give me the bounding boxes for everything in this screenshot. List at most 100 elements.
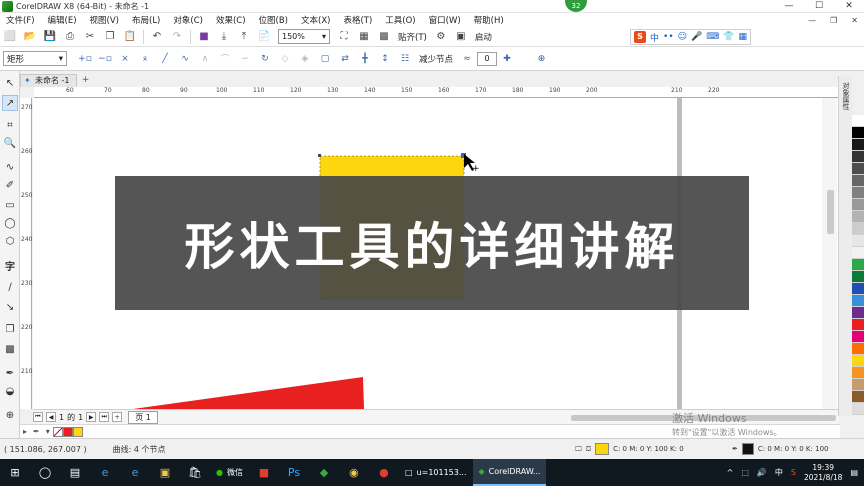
- palette-swatch[interactable]: [852, 247, 864, 259]
- no-color-swatch[interactable]: [52, 426, 63, 437]
- edge-browser-icon[interactable]: e: [120, 459, 150, 486]
- palette-swatch[interactable]: [852, 151, 864, 163]
- palette-swatch[interactable]: [852, 271, 864, 283]
- shirt-skin-icon[interactable]: 👕: [723, 32, 734, 42]
- yellow-swatch[interactable]: [72, 426, 83, 437]
- palette-swatch[interactable]: [852, 391, 864, 403]
- menu-window[interactable]: 窗口(W): [423, 14, 468, 26]
- palette-swatch[interactable]: [852, 163, 864, 175]
- palette-arrow-icon[interactable]: ▸: [23, 427, 27, 436]
- palette-swatch[interactable]: [852, 235, 864, 247]
- close-curve-icon[interactable]: ▢: [317, 50, 334, 67]
- node-handle[interactable]: [318, 154, 321, 157]
- palette-swatch[interactable]: [852, 139, 864, 151]
- doc-restore-button[interactable]: ❐: [830, 16, 837, 25]
- pick-tool-icon[interactable]: ↖: [2, 75, 18, 91]
- palette-options-icon[interactable]: ▾: [46, 427, 50, 436]
- taskbar-coreldraw[interactable]: ◆ CorelDRAW...: [472, 459, 547, 486]
- align-nodes-icon[interactable]: ╋: [357, 50, 374, 67]
- drop-shadow-icon[interactable]: ❐: [2, 321, 18, 337]
- menu-bitmaps[interactable]: 位图(B): [253, 14, 295, 26]
- cortana-search-icon[interactable]: ◯: [30, 459, 60, 486]
- notification-badge[interactable]: 32: [565, 0, 587, 12]
- full-screen-icon[interactable]: ⛶: [336, 29, 352, 45]
- notification-center-icon[interactable]: ▤: [850, 468, 858, 477]
- new-document-icon[interactable]: ⬜: [2, 29, 18, 45]
- doc-close-button[interactable]: ✕: [851, 16, 858, 25]
- document-tab[interactable]: ✦ 未命名 -1: [20, 73, 77, 87]
- ime-indicator[interactable]: 中: [775, 467, 783, 478]
- menu-file[interactable]: 文件(F): [0, 14, 42, 26]
- parallel-dimension-icon[interactable]: ∕: [2, 279, 18, 295]
- import-icon[interactable]: ⤓: [216, 29, 232, 45]
- palette-swatch[interactable]: [852, 115, 864, 127]
- palette-swatch[interactable]: [852, 355, 864, 367]
- symmetrical-node-icon[interactable]: ∽: [237, 50, 254, 67]
- undo-icon[interactable]: ↶: [149, 29, 165, 45]
- save-icon[interactable]: 💾: [42, 29, 58, 45]
- palette-swatch[interactable]: [852, 295, 864, 307]
- redo-icon[interactable]: ↷: [169, 29, 185, 45]
- previous-page-button[interactable]: ◀: [46, 412, 56, 422]
- extract-subpath-icon[interactable]: ◈: [297, 50, 314, 67]
- break-curve-icon[interactable]: ⨰: [137, 50, 154, 67]
- palette-swatch[interactable]: [852, 223, 864, 235]
- copy-icon[interactable]: ❐: [102, 29, 118, 45]
- menu-view[interactable]: 视图(V): [84, 14, 126, 26]
- rectangle-tool-icon[interactable]: ▭: [2, 197, 18, 213]
- sogou-logo-icon[interactable]: S: [634, 31, 646, 43]
- pdf-export-icon[interactable]: 📄: [256, 29, 272, 45]
- punctuation-icon[interactable]: ••: [663, 32, 674, 42]
- export-icon[interactable]: ⤒: [236, 29, 252, 45]
- reverse-direction-icon[interactable]: ↻: [257, 50, 274, 67]
- reflect-nodes-icon[interactable]: ⇄: [337, 50, 354, 67]
- first-page-button[interactable]: ⏮: [33, 412, 43, 422]
- vertical-scrollbar[interactable]: [822, 98, 837, 409]
- netease-music-icon[interactable]: ●: [369, 459, 399, 486]
- object-properties-docker-tab[interactable]: 对象属性: [838, 76, 852, 416]
- cad-app-icon[interactable]: ■: [249, 459, 279, 486]
- curve-smoothness-input[interactable]: 0: [477, 51, 498, 66]
- page-tab[interactable]: 页 1: [128, 410, 158, 424]
- palette-swatch[interactable]: [852, 259, 864, 271]
- palette-swatch[interactable]: [852, 127, 864, 139]
- add-page-button[interactable]: +: [112, 412, 123, 422]
- polygon-tool-icon[interactable]: ⬡: [2, 233, 18, 249]
- smooth-node-icon[interactable]: ⌒: [217, 50, 234, 67]
- select-all-nodes-icon[interactable]: ☷: [397, 50, 414, 67]
- red-swatch[interactable]: [62, 426, 73, 437]
- task-view-icon[interactable]: ▤: [60, 459, 90, 486]
- menu-help[interactable]: 帮助(H): [468, 14, 511, 26]
- show-rulers-icon[interactable]: ▦: [356, 29, 372, 45]
- palette-swatch[interactable]: [852, 199, 864, 211]
- extend-curve-icon[interactable]: ◇: [277, 50, 294, 67]
- text-tool-icon[interactable]: 字: [2, 257, 18, 273]
- microphone-icon[interactable]: 🎤: [691, 32, 702, 42]
- menu-effects[interactable]: 效果(C): [210, 14, 253, 26]
- windows-start-icon[interactable]: ⊞: [0, 459, 30, 486]
- emoji-icon[interactable]: ☺: [678, 32, 687, 42]
- file-explorer-icon[interactable]: ▣: [150, 459, 180, 486]
- crosshair-icon[interactable]: ⊕: [533, 50, 550, 67]
- join-nodes-icon[interactable]: ⨯: [117, 50, 134, 67]
- stretch-nodes-icon[interactable]: ↕: [377, 50, 394, 67]
- grid-menu-icon[interactable]: ▦: [738, 32, 747, 42]
- network-icon[interactable]: ⬚: [741, 468, 749, 477]
- minimize-button[interactable]: —: [774, 0, 804, 13]
- artistic-media-icon[interactable]: ✐: [2, 177, 18, 193]
- ie-browser-icon[interactable]: e: [90, 459, 120, 486]
- outline-color-swatch[interactable]: [741, 443, 754, 455]
- palette-swatch[interactable]: [852, 175, 864, 187]
- red-shape[interactable]: [133, 377, 364, 409]
- ime-language-toggle[interactable]: 中: [650, 31, 659, 44]
- add-node-icon[interactable]: +▫: [77, 50, 94, 67]
- palette-swatch[interactable]: [852, 343, 864, 355]
- palette-swatch[interactable]: [852, 379, 864, 391]
- to-line-icon[interactable]: ╱: [157, 50, 174, 67]
- palette-swatch[interactable]: [852, 187, 864, 199]
- smoothness-slider-icon[interactable]: ✚: [499, 50, 516, 67]
- palette-swatch[interactable]: [852, 331, 864, 343]
- show-grid-icon[interactable]: ▩: [376, 29, 392, 45]
- palette-swatch[interactable]: [852, 367, 864, 379]
- fill-bucket-icon[interactable]: ⛋: [586, 445, 591, 454]
